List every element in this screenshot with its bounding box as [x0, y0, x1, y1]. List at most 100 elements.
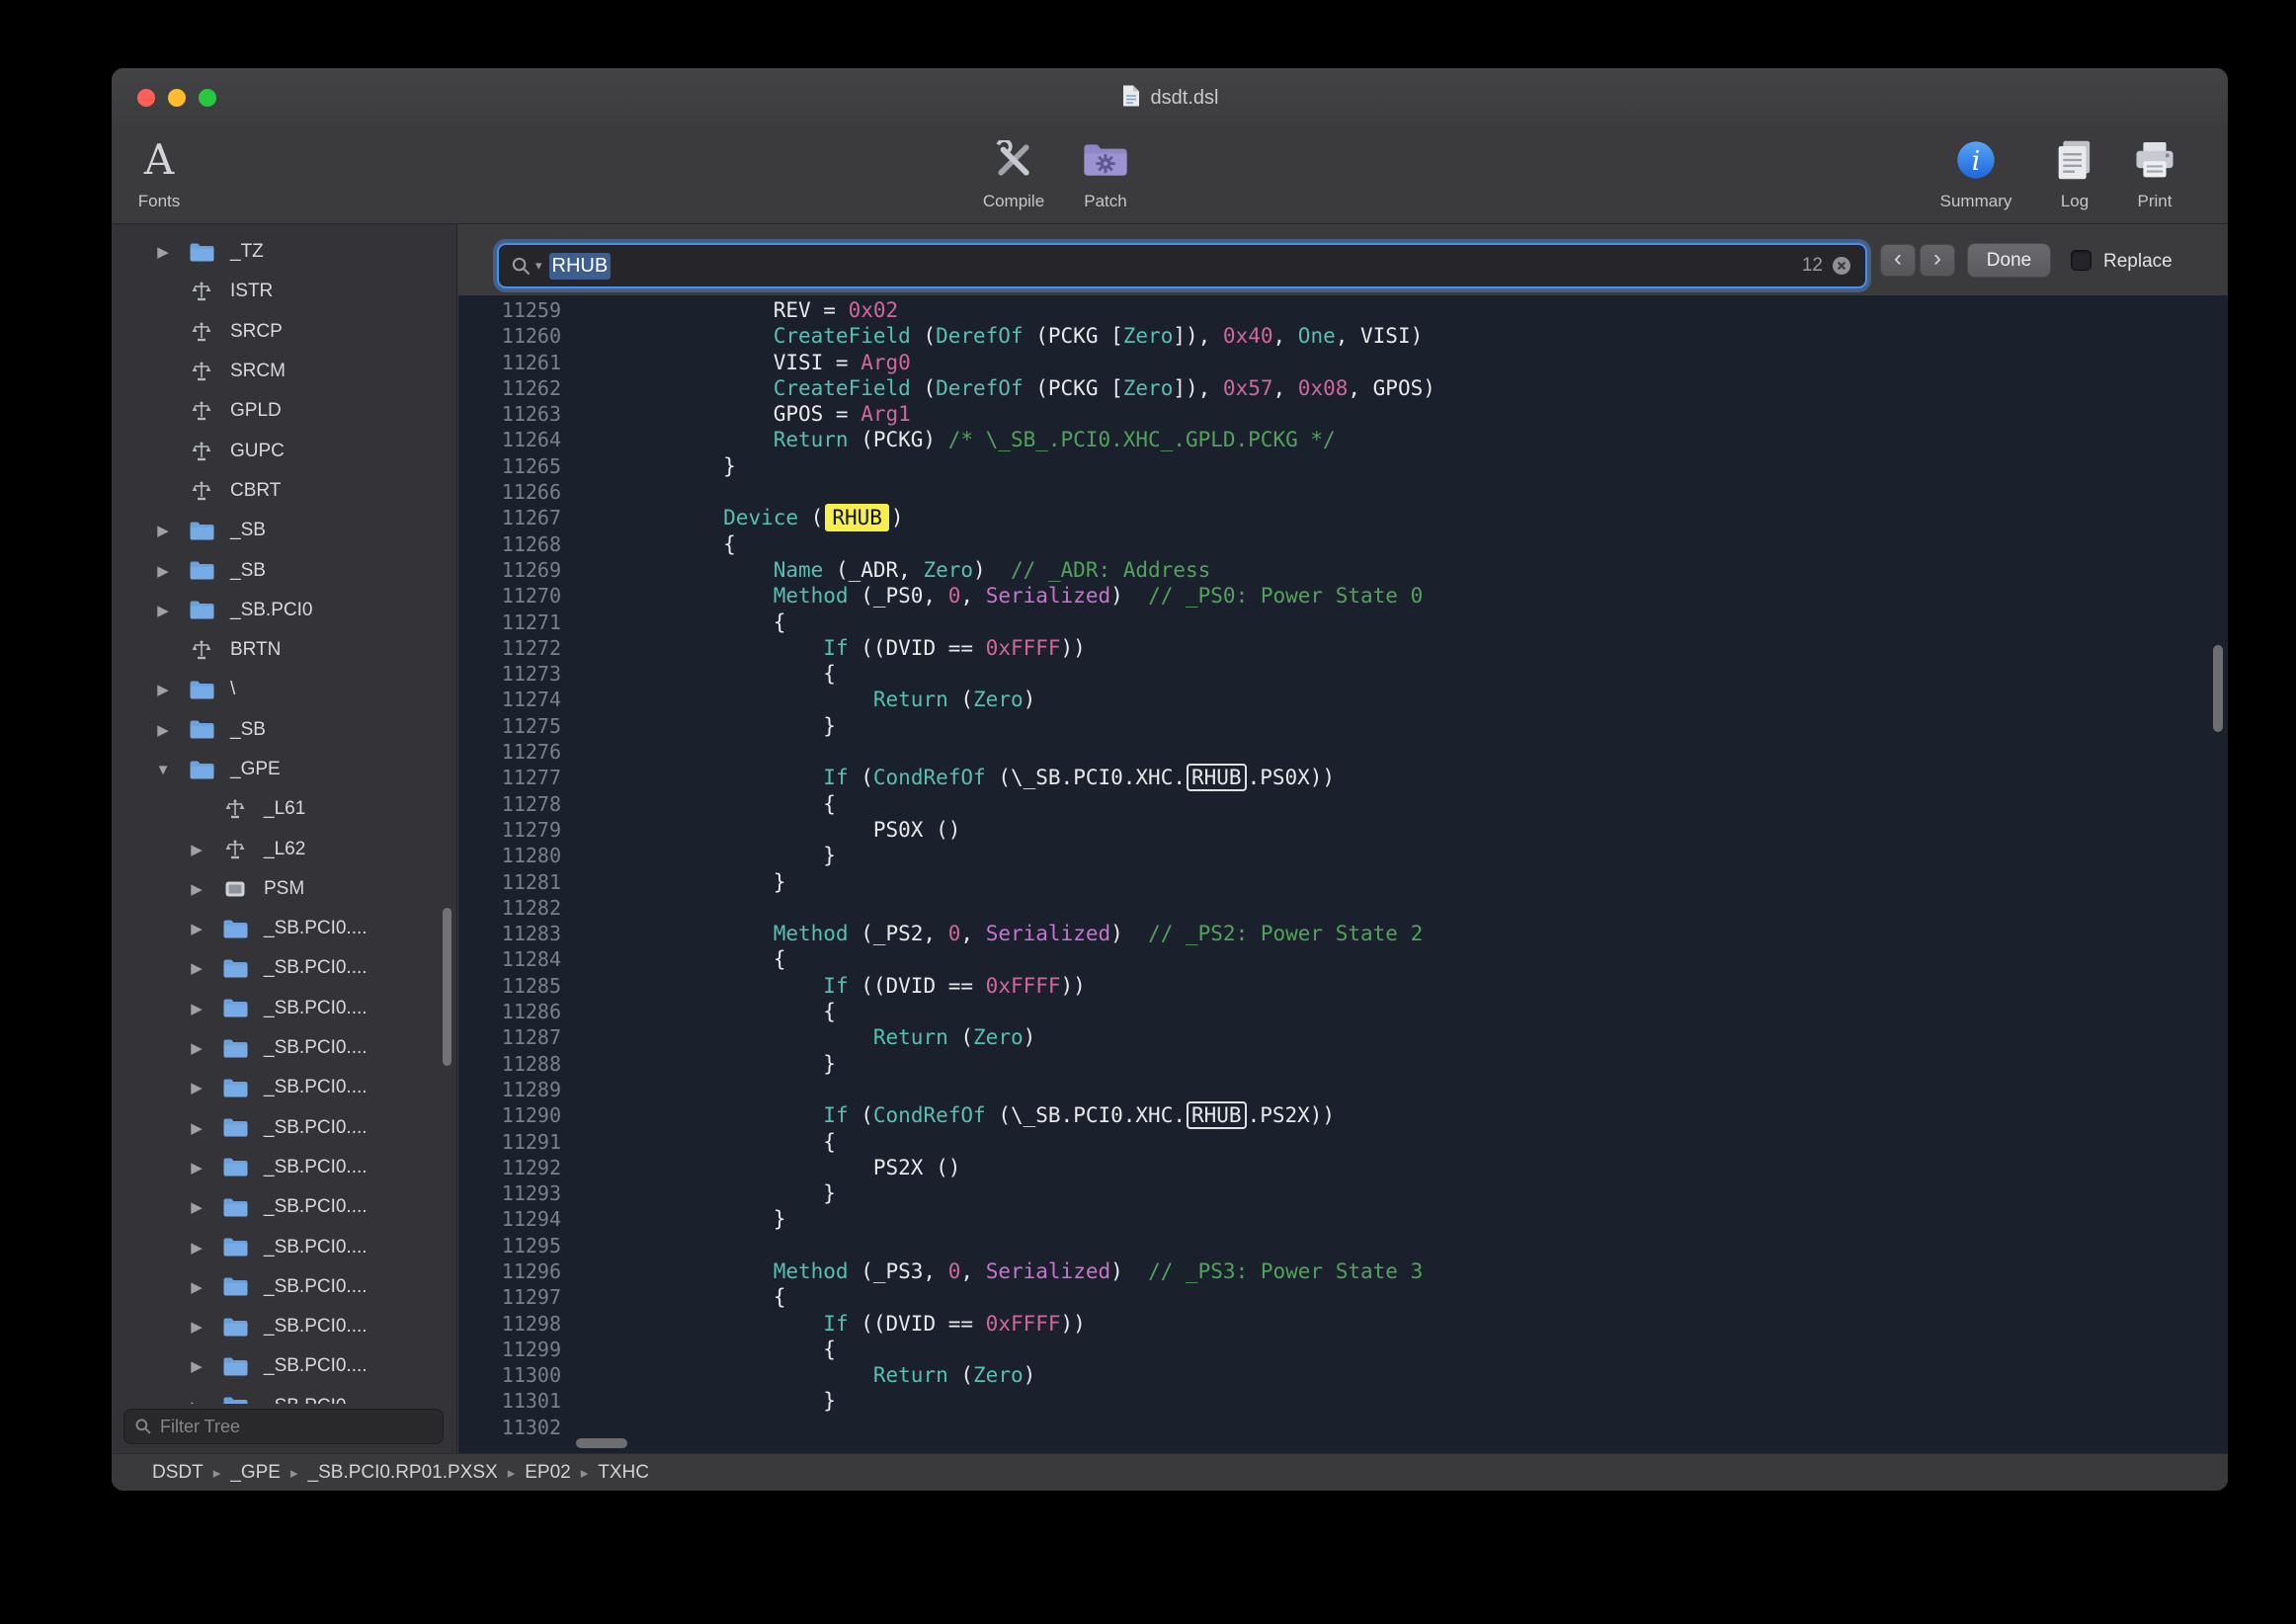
code-text: If (CondRefOf (\_SB.PCI0.XHC.RHUB.PS0X)) — [561, 765, 1335, 790]
disclosure-triangle[interactable]: ▶ — [183, 1357, 210, 1375]
tree-item-_sb-pci0-[interactable]: ▶ _SB.PCI0.... — [112, 1108, 456, 1148]
code-text: PS0X () — [561, 817, 960, 843]
breadcrumb-item[interactable]: _SB.PCI0.RP01.PXSX — [308, 1462, 498, 1484]
code-text: } — [561, 843, 836, 868]
disclosure-triangle[interactable]: ▶ — [149, 243, 177, 261]
tree-item-_sb-pci0[interactable]: ▶_SB.PCI0 — [112, 591, 456, 630]
code-text: { — [561, 791, 836, 817]
tree-item-cbrt[interactable]: CBRT — [112, 471, 456, 511]
disclosure-triangle[interactable]: ▶ — [183, 959, 210, 977]
horizontal-scrollbar[interactable] — [576, 1438, 627, 1448]
folder-icon — [218, 1117, 252, 1138]
disclosure-triangle[interactable]: ▼ — [149, 762, 177, 778]
replace-checkbox[interactable] — [2071, 250, 2091, 271]
tree-item-srcm[interactable]: SRCM — [112, 352, 456, 391]
tree-item-_sb-pci0-[interactable]: ▶_SB.PCI0.... — [112, 1028, 456, 1068]
find-previous-button[interactable]: ‹ — [1880, 244, 1916, 277]
tree-item-_sb-pci0-[interactable]: ▶ _SB.PCI0.... — [112, 1267, 456, 1307]
filter-tree-input[interactable] — [160, 1417, 433, 1437]
print-button[interactable]: Print — [2095, 129, 2214, 222]
tree-item-_sb-pci0-[interactable]: ▶_SB.PCI0.... — [112, 1068, 456, 1107]
sidebar-scrollbar[interactable] — [443, 908, 451, 1066]
code-text: CreateField (DerefOf (PCKG [Zero]), 0x40… — [561, 323, 1423, 349]
line-number: 11282 — [458, 895, 561, 921]
disclosure-triangle[interactable]: ▶ — [149, 681, 177, 698]
disclosure-triangle[interactable]: ▶ — [183, 1318, 210, 1336]
disclosure-triangle[interactable]: ▶ — [183, 841, 210, 858]
chevron-right-icon: › — [1933, 245, 1941, 273]
disclosure-triangle[interactable]: ▶ — [183, 1198, 210, 1216]
tree-item-label: _SB.PCI0.... — [264, 918, 368, 939]
tree-item-gpld[interactable]: GPLD — [112, 391, 456, 431]
disclosure-triangle[interactable]: ▶ — [183, 920, 210, 937]
search-icon[interactable] — [511, 256, 532, 277]
tree-item-_sb-pci0-[interactable]: ▶_SB.PCI0.... — [112, 1387, 456, 1404]
method-icon — [185, 361, 218, 382]
tree-item-label: _SB.PCI0.... — [264, 1117, 368, 1139]
titlebar[interactable]: dsdt.dsl — [112, 68, 2228, 127]
tree-item-_sb[interactable]: ▶_SB — [112, 511, 456, 550]
disclosure-triangle[interactable]: ▶ — [183, 1239, 210, 1257]
disclosure-triangle[interactable]: ▶ — [183, 880, 210, 898]
tree-item-_l62[interactable]: ▶_L62 — [112, 829, 456, 868]
tree-item--[interactable]: ▶\ — [112, 670, 456, 709]
tree-item-_sb[interactable]: ▶_SB — [112, 710, 456, 750]
method-icon — [185, 480, 218, 502]
tree-item-_sb-pci0-[interactable]: ▶_SB.PCI0.... — [112, 1187, 456, 1227]
replace-label: Replace — [2103, 251, 2173, 273]
disclosure-triangle[interactable]: ▶ — [183, 1000, 210, 1017]
tree-item-istr[interactable]: ISTR — [112, 272, 456, 311]
disclosure-triangle[interactable]: ▶ — [183, 1039, 210, 1057]
disclosure-triangle[interactable]: ▶ — [183, 1398, 210, 1404]
tree-item-_sb-pci0-[interactable]: ▶_SB.PCI0.... — [112, 1148, 456, 1187]
code-text: Return (Zero) — [561, 1024, 1035, 1050]
code-text: { — [561, 946, 785, 972]
disclosure-triangle[interactable]: ▶ — [183, 1159, 210, 1177]
code-line: 11282 — [458, 895, 2228, 921]
breadcrumb-item[interactable]: EP02 — [525, 1462, 570, 1484]
search-field[interactable]: ▾ RHUB 12 — [497, 243, 1867, 288]
breadcrumb-item[interactable]: DSDT — [152, 1462, 204, 1484]
tree-item-label: _SB.PCI0.... — [264, 1276, 368, 1298]
code-line: 11259 REV = 0x02 — [458, 297, 2228, 323]
code-editor[interactable]: 11259 REV = 0x0211260 CreateField (Deref… — [458, 295, 2228, 1453]
tool-label: Patch — [1084, 192, 1126, 211]
tree-item-_l61[interactable]: _L61 — [112, 789, 456, 829]
code-line: 11274 Return (Zero) — [458, 687, 2228, 712]
tree-item-label: _SB.PCI0.... — [264, 1316, 368, 1338]
disclosure-triangle[interactable]: ▶ — [183, 1079, 210, 1096]
fonts-button[interactable]: A Fonts — [112, 129, 218, 222]
done-button[interactable]: Done — [1967, 243, 2051, 278]
folder-icon — [218, 1038, 252, 1059]
find-next-button[interactable]: › — [1920, 244, 1955, 277]
breadcrumb-item[interactable]: TXHC — [598, 1462, 649, 1484]
tree-item-_sb-pci0-[interactable]: ▶ _SB.PCI0.... — [112, 1307, 456, 1346]
breadcrumb-item[interactable]: _GPE — [230, 1462, 281, 1484]
patch-button[interactable]: Patch — [1046, 129, 1165, 222]
tree-item-brtn[interactable]: BRTN — [112, 630, 456, 670]
filter-field[interactable] — [123, 1409, 444, 1444]
tree-item-_sb-pci0-[interactable]: ▶ _SB.PCI0.... — [112, 909, 456, 948]
tree-item-gupc[interactable]: GUPC — [112, 431, 456, 470]
tree-item-srcp[interactable]: SRCP — [112, 312, 456, 352]
method-icon — [185, 639, 218, 661]
disclosure-triangle[interactable]: ▶ — [149, 602, 177, 619]
disclosure-triangle[interactable]: ▶ — [149, 562, 177, 580]
search-menu-chevron-icon[interactable]: ▾ — [535, 258, 542, 274]
tree-item-_sb-pci0-[interactable]: ▶_SB.PCI0.... — [112, 948, 456, 988]
tree-item-_gpe[interactable]: ▼_GPE — [112, 750, 456, 789]
tree-item-_tz[interactable]: ▶_TZ — [112, 232, 456, 272]
clear-search-button[interactable] — [1830, 254, 1853, 278]
tree-item-_sb-pci0-[interactable]: ▶_SB.PCI0.... — [112, 989, 456, 1028]
disclosure-triangle[interactable]: ▶ — [149, 721, 177, 739]
disclosure-triangle[interactable]: ▶ — [149, 522, 177, 539]
vertical-scrollbar[interactable] — [2213, 645, 2223, 732]
disclosure-triangle[interactable]: ▶ — [183, 1278, 210, 1296]
code-line: 11292 PS2X () — [458, 1155, 2228, 1180]
disclosure-triangle[interactable]: ▶ — [183, 1119, 210, 1137]
tree-item-psm[interactable]: ▶PSM — [112, 869, 456, 909]
line-number: 11301 — [458, 1388, 561, 1414]
tree-item-_sb-pci0-[interactable]: ▶_SB.PCI0.... — [112, 1227, 456, 1266]
tree-item-_sb[interactable]: ▶_SB — [112, 550, 456, 590]
tree-item-_sb-pci0-[interactable]: ▶_SB.PCI0.... — [112, 1346, 456, 1386]
